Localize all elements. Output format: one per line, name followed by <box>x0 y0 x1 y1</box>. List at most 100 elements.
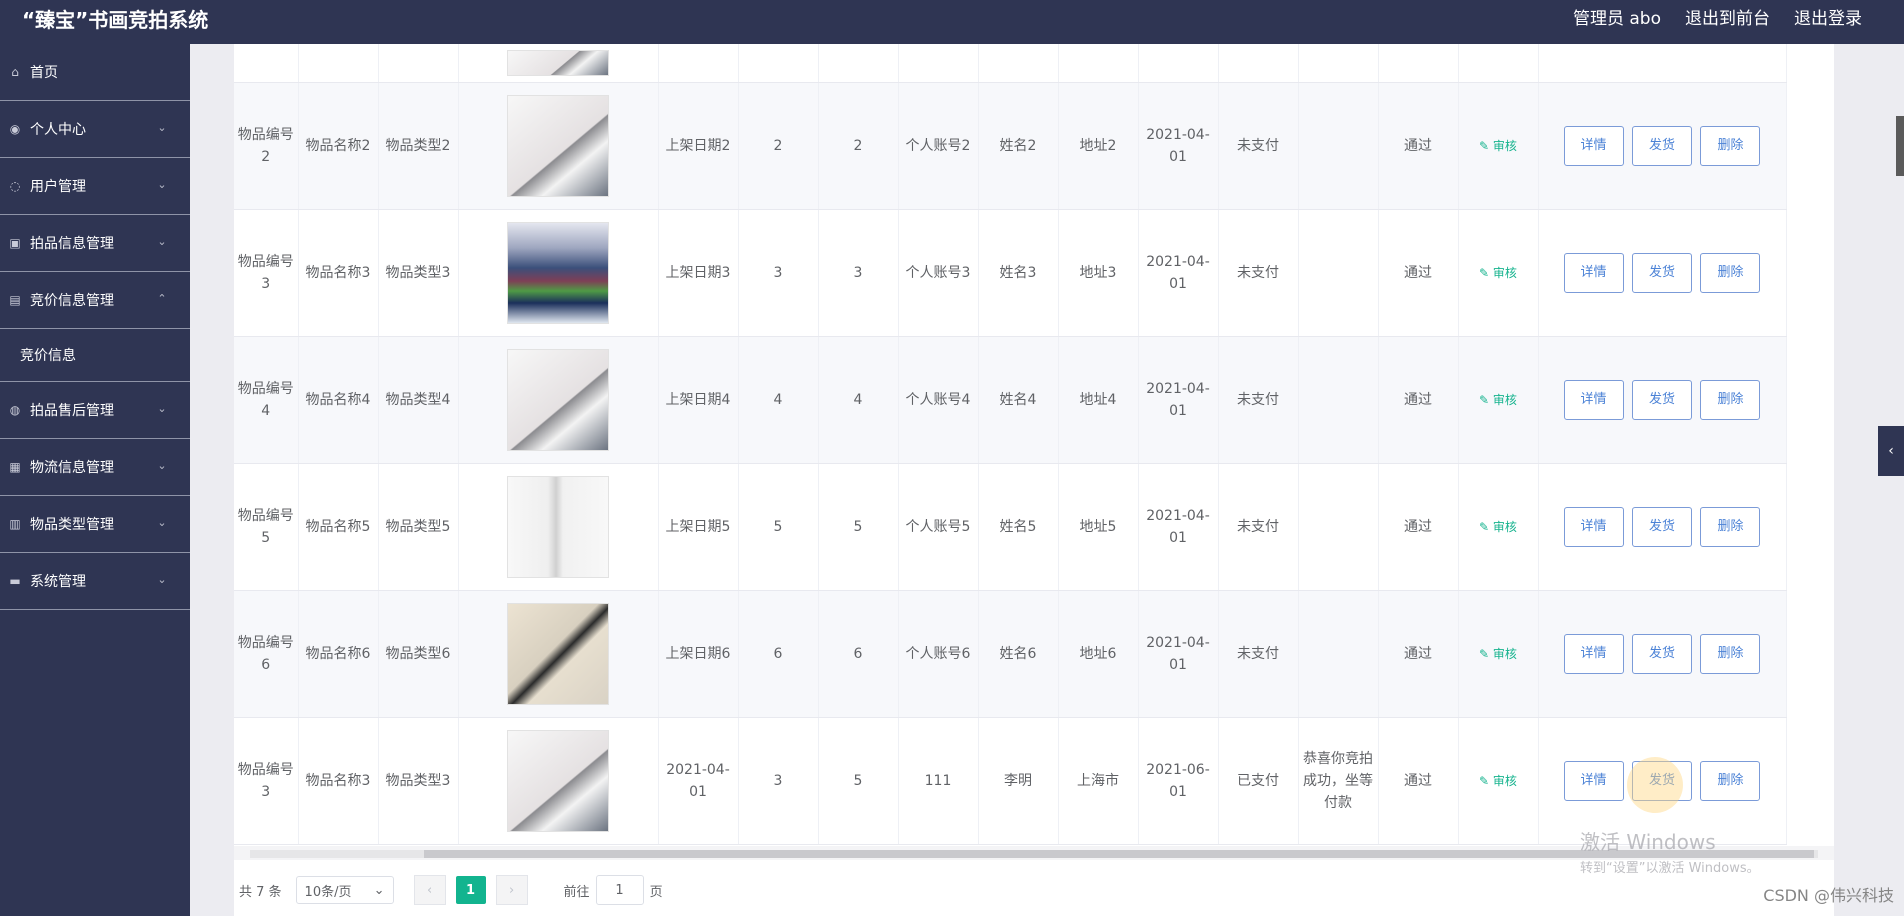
delete-button[interactable]: 删除 <box>1700 633 1761 674</box>
app-title: “臻宝”书画竞拍系统 <box>22 8 209 32</box>
watermark-title: 激活 Windows <box>1580 830 1716 854</box>
ship-button[interactable]: 发货 <box>1632 252 1692 293</box>
scroll-thumb[interactable] <box>1896 116 1904 176</box>
sidebar-item-bidding-info[interactable]: 竞价信息 <box>0 329 190 382</box>
prev-page-button[interactable]: ‹ <box>413 875 446 905</box>
collapse-tab[interactable]: ‹ <box>1878 426 1904 476</box>
detail-button[interactable]: 详情 <box>1563 760 1624 801</box>
delete-button[interactable]: 删除 <box>1700 760 1761 801</box>
admin-label: 管理员 abo <box>1572 9 1661 29</box>
sidebar-item-after-sale-management[interactable]: ◍ 拍品售后管理 ⌄ <box>0 382 190 439</box>
sidebar-item-system-management[interactable]: ▬ 系统管理 ⌄ <box>0 553 190 610</box>
current-page[interactable]: 1 <box>455 876 486 904</box>
chevron-left-icon: ‹ <box>1888 443 1894 459</box>
audit-link[interactable]: ✎ 审核 <box>1479 647 1517 661</box>
ship-button[interactable]: 发货 <box>1632 633 1692 674</box>
item-name-cell: 物品名称6 <box>298 590 379 718</box>
sidebar-item-auction-item-management[interactable]: ▣ 拍品信息管理 ⌄ <box>0 215 190 272</box>
listed-date-cell: 上架日期5 <box>658 463 739 591</box>
item-number-cell: 物品编号5 <box>234 463 299 591</box>
page-size-select[interactable]: 10条/页 ⌄ <box>295 876 394 904</box>
item-name-cell: 物品名称3 <box>298 209 379 337</box>
audit-link[interactable]: ✎ 审核 <box>1479 520 1517 534</box>
ship-button[interactable]: 发货 <box>1632 125 1692 166</box>
vertical-scrollbar[interactable] <box>1896 44 1904 916</box>
delete-button[interactable]: 删除 <box>1700 125 1761 166</box>
name-cell: 姓名4 <box>978 336 1059 464</box>
actions-cell: 详情 发货 删除 <box>1538 590 1787 718</box>
detail-button[interactable]: 详情 <box>1563 252 1624 293</box>
table-row: 物品编号3 物品名称3 物品类型3 上架日期3 3 3 个人账号3 姓名3 地址… <box>234 209 1787 337</box>
go-front-link[interactable]: 退出到前台 <box>1685 4 1770 29</box>
pagination: 共 7 条 10条/页 ⌄ ‹ 1 › 前往 1 页 <box>234 874 663 906</box>
detail-button[interactable]: 详情 <box>1563 506 1624 547</box>
sidebar-item-personal-center[interactable]: ◉ 个人中心 ⌄ <box>0 101 190 158</box>
item-number-cell: 物品编号6 <box>234 590 299 718</box>
logout-link[interactable]: 退出登录 <box>1794 4 1862 29</box>
ship-button[interactable]: 发货 <box>1632 506 1692 547</box>
home-icon: ⌂ <box>11 65 19 79</box>
sidebar-item-label: 用户管理 <box>30 179 86 195</box>
goto-label: 前往 <box>563 884 590 900</box>
chevron-up-icon: ⌃ <box>157 291 167 305</box>
delete-button[interactable]: 删除 <box>1700 252 1761 293</box>
listed-date-cell: 上架日期6 <box>658 590 739 718</box>
table-row-partial <box>234 44 1787 83</box>
item-type-cell: 物品类型6 <box>378 590 459 718</box>
sidebar-item-label: 个人中心 <box>30 122 86 138</box>
sidebar-item-label: 竞价信息 <box>20 348 76 364</box>
sidebar-item-logistics-management[interactable]: ▦ 物流信息管理 ⌄ <box>0 439 190 496</box>
audit-link[interactable]: ✎ 审核 <box>1479 139 1517 153</box>
note-cell <box>1298 209 1379 337</box>
audit-label: 审核 <box>1492 519 1517 534</box>
document-icon: ▥ <box>9 517 21 531</box>
sidebar-item-home[interactable]: ⌂ 首页 <box>0 44 190 101</box>
detail-button[interactable]: 详情 <box>1563 379 1624 420</box>
audit-label: 审核 <box>1492 138 1517 153</box>
clock-icon: ◌ <box>9 179 21 193</box>
account-cell: 个人账号6 <box>898 590 979 718</box>
status-cell: 通过 <box>1378 590 1459 718</box>
date-cell: 2021-04-01 <box>1138 590 1219 718</box>
item-name-cell: 物品名称4 <box>298 336 379 464</box>
number-cell: 6 <box>738 590 819 718</box>
name-cell: 姓名2 <box>978 82 1059 210</box>
sidebar-item-item-type-management[interactable]: ▥ 物品类型管理 ⌄ <box>0 496 190 553</box>
number-cell: 2 <box>818 82 899 210</box>
page-label: 页 <box>649 884 663 900</box>
audit-link[interactable]: ✎ 审核 <box>1479 774 1517 788</box>
audit-link[interactable]: ✎ 审核 <box>1479 266 1517 280</box>
address-cell: 地址4 <box>1058 336 1139 464</box>
windows-activation-watermark: 激活 Windows 转到“设置”以激活 Windows。 <box>1580 826 1820 876</box>
item-name-cell: 物品名称5 <box>298 463 379 591</box>
delete-button[interactable]: 删除 <box>1700 379 1761 420</box>
chevron-left-icon: ‹ <box>426 882 433 898</box>
sidebar-item-label: 物流信息管理 <box>30 460 114 476</box>
sidebar-item-bidding-management[interactable]: ▤ 竞价信息管理 ⌃ <box>0 272 190 329</box>
listed-date-cell: 2021-04-01 <box>658 717 739 845</box>
date-cell: 2021-04-01 <box>1138 209 1219 337</box>
artwork-thumbnail <box>507 602 609 705</box>
sidebar-item-label: 竞价信息管理 <box>30 293 114 309</box>
page-size-value: 10条/页 <box>304 884 352 900</box>
artwork-thumbnail <box>507 729 609 832</box>
status-cell: 通过 <box>1378 209 1459 337</box>
actions-cell: 详情 发货 删除 <box>1538 463 1787 591</box>
delete-button[interactable]: 删除 <box>1700 506 1761 547</box>
sidebar-item-label: 拍品售后管理 <box>30 403 114 419</box>
note-cell <box>1298 82 1379 210</box>
detail-button[interactable]: 详情 <box>1563 125 1624 166</box>
chevron-down-icon: ⌄ <box>157 401 167 415</box>
audit-link[interactable]: ✎ 审核 <box>1479 393 1517 407</box>
next-page-button[interactable]: › <box>495 875 528 905</box>
item-type-cell: 物品类型4 <box>378 336 459 464</box>
page-jump-input[interactable]: 1 <box>595 875 644 905</box>
detail-button[interactable]: 详情 <box>1563 633 1624 674</box>
sidebar-item-user-management[interactable]: ◌ 用户管理 ⌄ <box>0 158 190 215</box>
audit-label: 审核 <box>1492 773 1517 788</box>
date-cell: 2021-04-01 <box>1138 463 1219 591</box>
audit-label: 审核 <box>1492 392 1517 407</box>
number-cell: 4 <box>738 336 819 464</box>
status-cell: 通过 <box>1378 82 1459 210</box>
ship-button[interactable]: 发货 <box>1632 379 1692 420</box>
